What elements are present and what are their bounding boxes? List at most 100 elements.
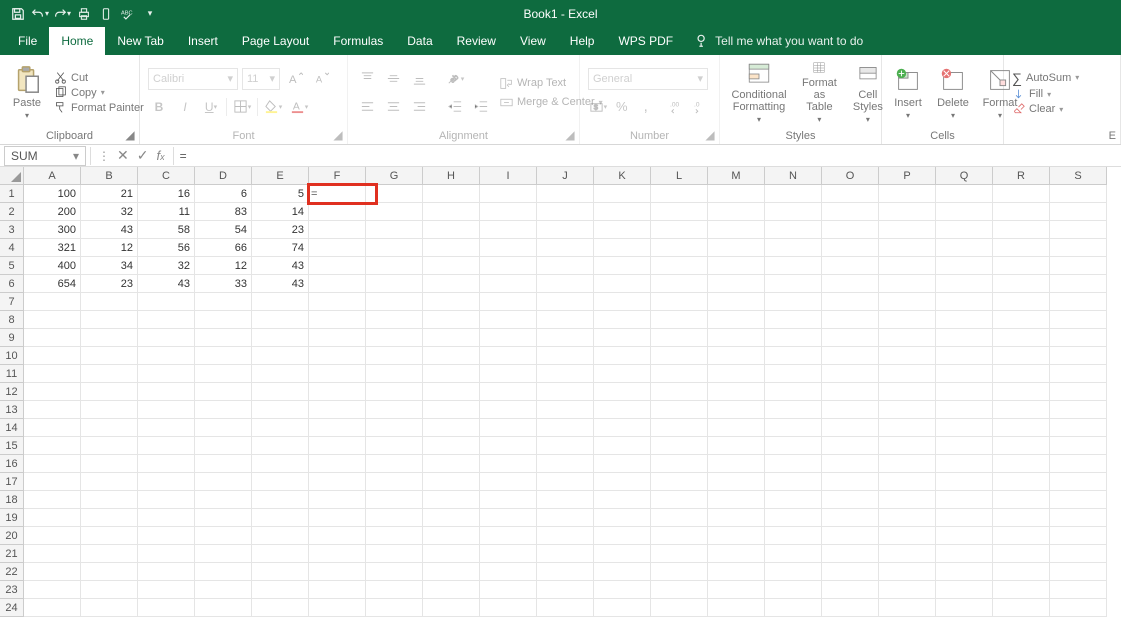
redo-icon[interactable]: ▾ (52, 4, 72, 24)
cell-K21[interactable] (594, 545, 651, 563)
cell-B17[interactable] (81, 473, 138, 491)
cell-O24[interactable] (822, 599, 879, 617)
cell-G23[interactable] (366, 581, 423, 599)
cell-F2[interactable] (309, 203, 366, 221)
row-header-3[interactable]: 3 (0, 221, 24, 239)
decrease-font-icon[interactable]: A (310, 68, 332, 90)
row-header-12[interactable]: 12 (0, 383, 24, 401)
cell-P9[interactable] (879, 329, 936, 347)
cell-N12[interactable] (765, 383, 822, 401)
cell-G15[interactable] (366, 437, 423, 455)
row-header-20[interactable]: 20 (0, 527, 24, 545)
cell-I13[interactable] (480, 401, 537, 419)
cell-L9[interactable] (651, 329, 708, 347)
insert-function-button[interactable]: fx (156, 148, 164, 163)
cell-Q4[interactable] (936, 239, 993, 257)
col-header-E[interactable]: E (252, 167, 309, 185)
cell-Q14[interactable] (936, 419, 993, 437)
col-header-G[interactable]: G (366, 167, 423, 185)
cell-A22[interactable] (24, 563, 81, 581)
cell-D5[interactable]: 12 (195, 257, 252, 275)
cell-S15[interactable] (1050, 437, 1107, 455)
cell-O2[interactable] (822, 203, 879, 221)
cell-B15[interactable] (81, 437, 138, 455)
increase-decimal-icon[interactable]: .00 (667, 96, 687, 118)
comma-button[interactable]: , (636, 96, 656, 118)
cell-Q13[interactable] (936, 401, 993, 419)
cell-H13[interactable] (423, 401, 480, 419)
cell-C20[interactable] (138, 527, 195, 545)
cell-I15[interactable] (480, 437, 537, 455)
cell-S19[interactable] (1050, 509, 1107, 527)
cell-C19[interactable] (138, 509, 195, 527)
cell-C14[interactable] (138, 419, 195, 437)
cell-P4[interactable] (879, 239, 936, 257)
cell-L17[interactable] (651, 473, 708, 491)
cell-B18[interactable] (81, 491, 138, 509)
cell-K10[interactable] (594, 347, 651, 365)
cell-N14[interactable] (765, 419, 822, 437)
cell-F10[interactable] (309, 347, 366, 365)
cell-H22[interactable] (423, 563, 480, 581)
cell-P18[interactable] (879, 491, 936, 509)
cell-N9[interactable] (765, 329, 822, 347)
paste-button[interactable]: Paste ▾ (8, 59, 46, 126)
cell-C15[interactable] (138, 437, 195, 455)
cell-F15[interactable] (309, 437, 366, 455)
tab-review[interactable]: Review (445, 27, 508, 55)
cell-A11[interactable] (24, 365, 81, 383)
cell-B5[interactable]: 34 (81, 257, 138, 275)
col-header-F[interactable]: F (309, 167, 366, 185)
cell-F6[interactable] (309, 275, 366, 293)
cell-K16[interactable] (594, 455, 651, 473)
col-header-H[interactable]: H (423, 167, 480, 185)
col-header-D[interactable]: D (195, 167, 252, 185)
cell-F16[interactable] (309, 455, 366, 473)
cell-M18[interactable] (708, 491, 765, 509)
delete-cells-button[interactable]: Delete▾ (934, 59, 972, 126)
cell-C23[interactable] (138, 581, 195, 599)
cell-R21[interactable] (993, 545, 1050, 563)
cell-E18[interactable] (252, 491, 309, 509)
cell-J13[interactable] (537, 401, 594, 419)
cell-J1[interactable] (537, 185, 594, 203)
cell-B24[interactable] (81, 599, 138, 617)
cell-I10[interactable] (480, 347, 537, 365)
cell-M2[interactable] (708, 203, 765, 221)
cell-O7[interactable] (822, 293, 879, 311)
cell-N15[interactable] (765, 437, 822, 455)
cell-E11[interactable] (252, 365, 309, 383)
cell-I9[interactable] (480, 329, 537, 347)
cell-G2[interactable] (366, 203, 423, 221)
cell-M17[interactable] (708, 473, 765, 491)
font-dialog-launcher[interactable]: ◢ (332, 129, 344, 141)
cell-O13[interactable] (822, 401, 879, 419)
cell-H2[interactable] (423, 203, 480, 221)
cell-C22[interactable] (138, 563, 195, 581)
cell-I16[interactable] (480, 455, 537, 473)
cell-F18[interactable] (309, 491, 366, 509)
cell-E24[interactable] (252, 599, 309, 617)
cell-I12[interactable] (480, 383, 537, 401)
cell-B3[interactable]: 43 (81, 221, 138, 239)
cell-M22[interactable] (708, 563, 765, 581)
cell-D11[interactable] (195, 365, 252, 383)
cell-G11[interactable] (366, 365, 423, 383)
cell-A13[interactable] (24, 401, 81, 419)
cell-O11[interactable] (822, 365, 879, 383)
cell-A24[interactable] (24, 599, 81, 617)
cell-R12[interactable] (993, 383, 1050, 401)
cell-P5[interactable] (879, 257, 936, 275)
row-header-8[interactable]: 8 (0, 311, 24, 329)
cell-A7[interactable] (24, 293, 81, 311)
cell-M23[interactable] (708, 581, 765, 599)
cell-D23[interactable] (195, 581, 252, 599)
cell-O22[interactable] (822, 563, 879, 581)
cell-S13[interactable] (1050, 401, 1107, 419)
cell-K5[interactable] (594, 257, 651, 275)
cell-J6[interactable] (537, 275, 594, 293)
align-top-icon[interactable] (356, 68, 378, 90)
cell-S9[interactable] (1050, 329, 1107, 347)
cell-A6[interactable]: 654 (24, 275, 81, 293)
cell-S16[interactable] (1050, 455, 1107, 473)
